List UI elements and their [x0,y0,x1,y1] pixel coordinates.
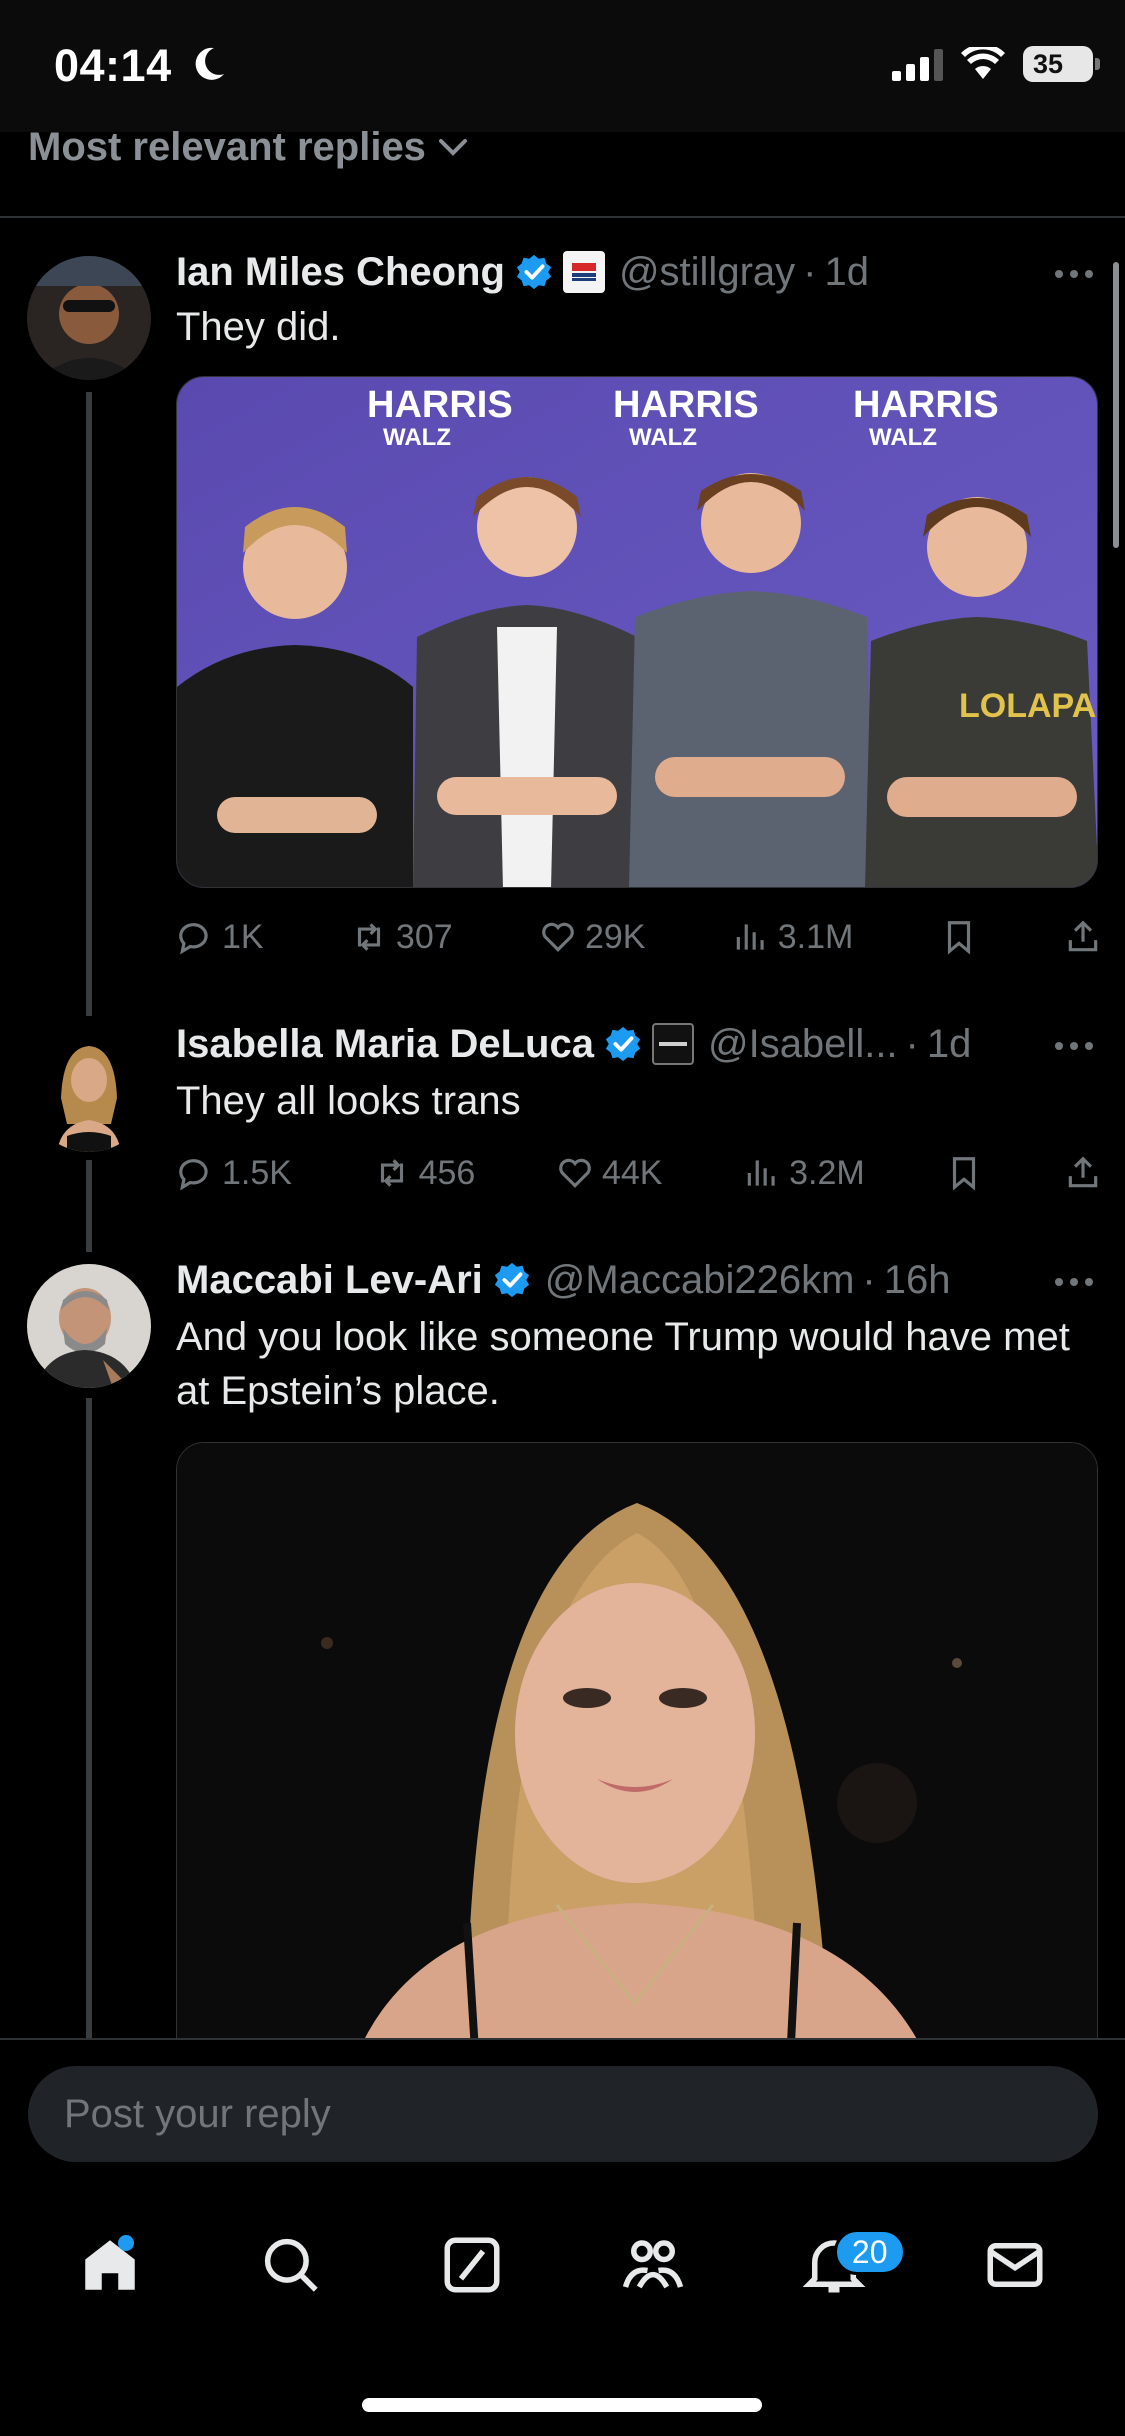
tab-messages[interactable] [955,2215,1075,2315]
separator-dot: · [862,1257,876,1302]
communities-icon [622,2240,684,2289]
tab-search[interactable] [231,2215,351,2315]
thread-line [86,1398,92,2038]
author-name[interactable]: Maccabi Lev-Ari [176,1258,483,1303]
search-icon [265,2238,318,2292]
tab-communities[interactable] [593,2215,713,2315]
verified-badge-icon [494,1262,529,1298]
tab-notifications[interactable]: 20 [774,2215,906,2315]
more-options-icon[interactable] [1055,1278,1093,1286]
notification-badge: 20 [833,2229,906,2275]
post-image[interactable] [176,1442,1098,2082]
bottom-tab-bar: 20 [0,2200,1125,2330]
post-text: And you look like someone Trump would ha… [176,1315,1070,1413]
tab-grok[interactable] [412,2215,532,2315]
author-handle[interactable]: @Maccabi226km [545,1258,855,1303]
home-indicator[interactable] [362,2398,762,2412]
post-time: 16h [883,1257,951,1302]
envelope-icon [987,2243,1043,2287]
reply-post[interactable]: Maccabi Lev-Ari @Maccabi226km · 16h And … [0,0,1125,2082]
avatar[interactable] [27,1264,151,1388]
reply-input[interactable] [28,2066,1098,2162]
tab-home[interactable] [50,2215,170,2315]
grok-icon [444,2237,500,2293]
